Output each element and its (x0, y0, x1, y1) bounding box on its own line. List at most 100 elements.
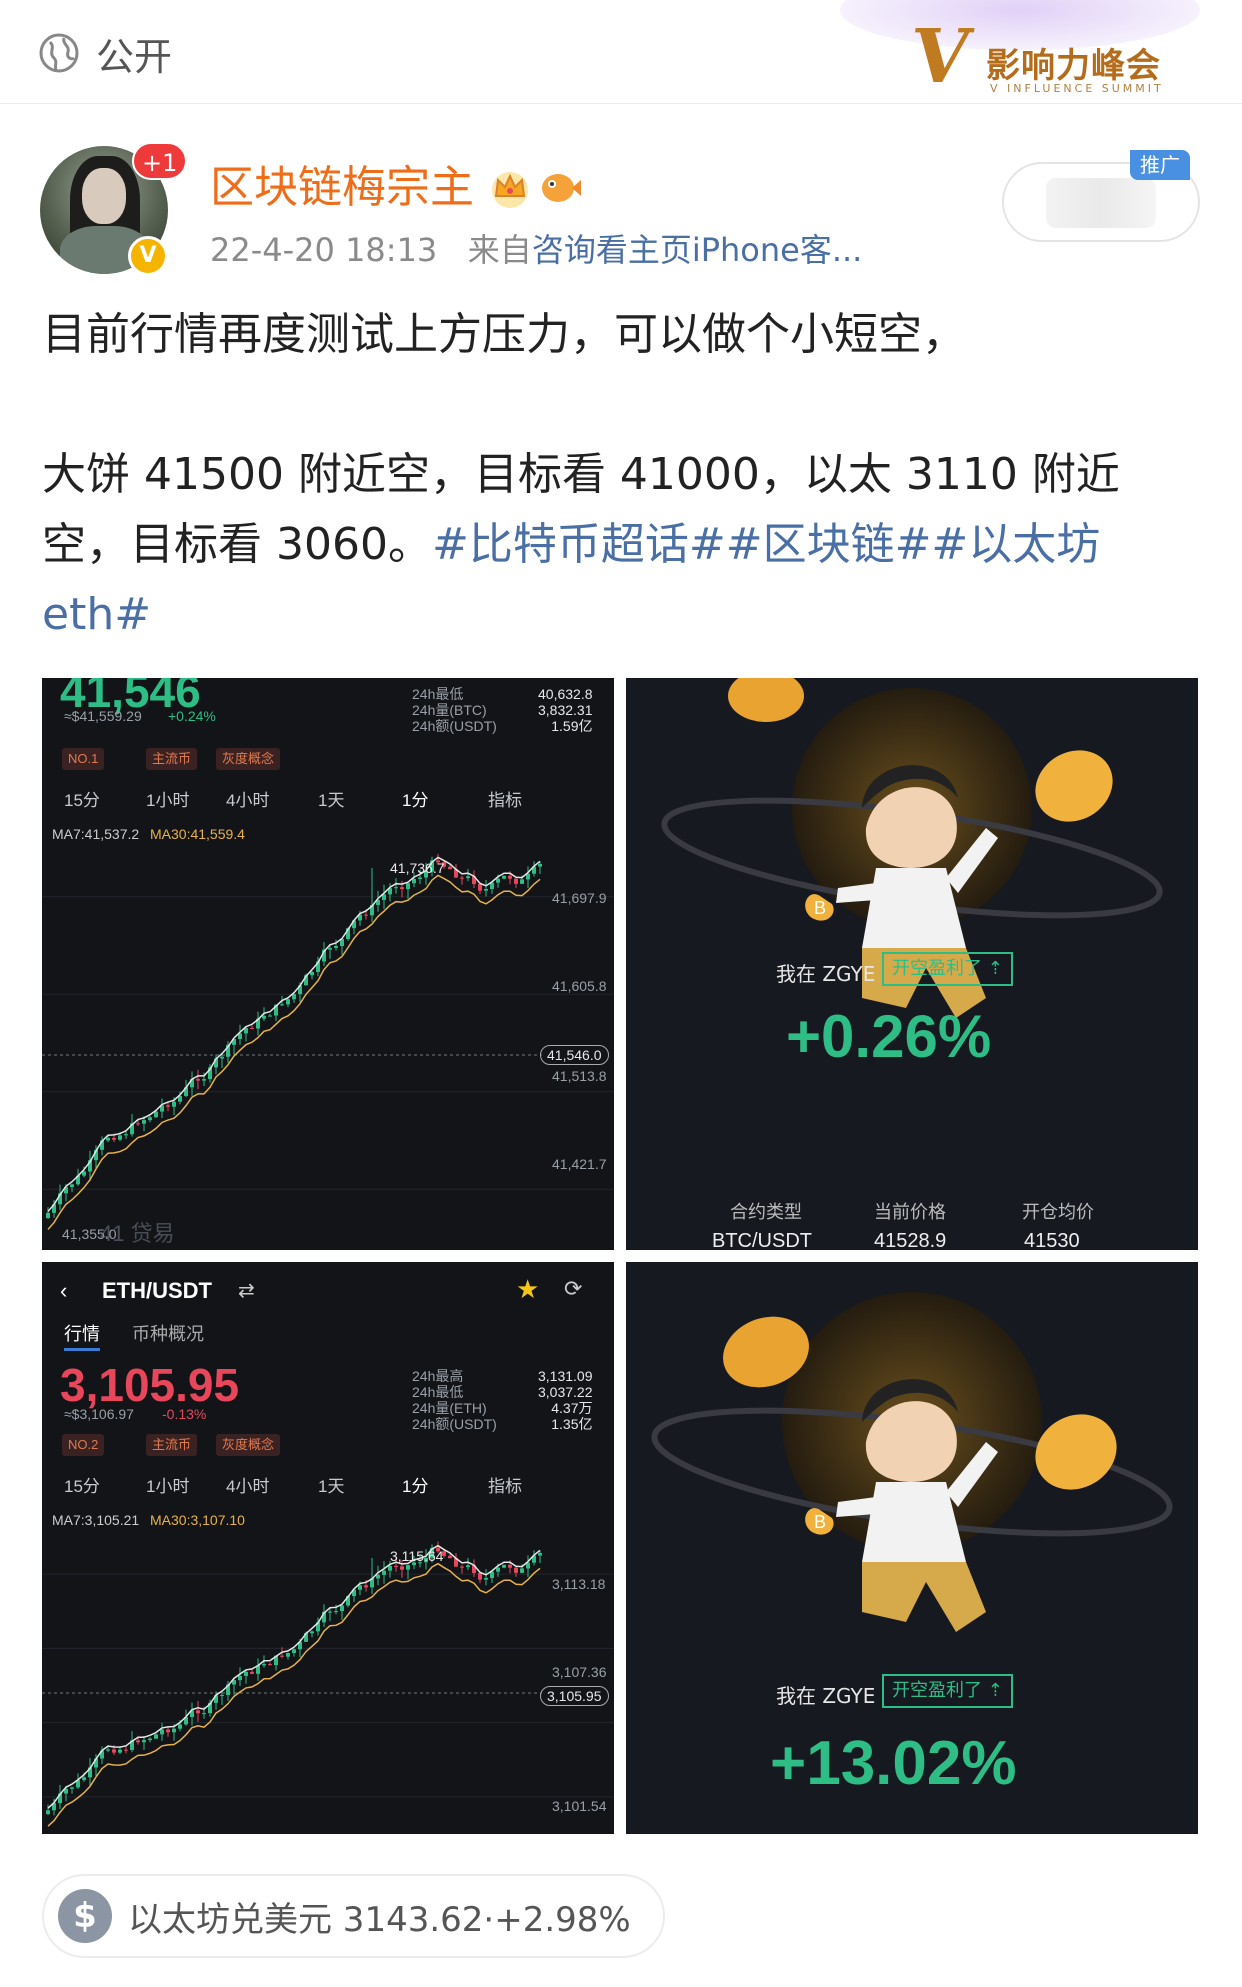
btc-tab-1d[interactable]: 1天 (318, 786, 344, 811)
crown-icon (492, 172, 528, 208)
btc-candles (42, 853, 614, 1230)
candle-body (172, 1728, 176, 1733)
ad-tag: 推广 (1130, 150, 1190, 180)
eth-ma30: MA30:3,107.10 (150, 1512, 245, 1528)
promo2-line: 我在 ZGYE (776, 1684, 876, 1708)
candle-body (466, 876, 470, 879)
candle-body (268, 1664, 272, 1666)
ma7-line (47, 856, 541, 1212)
candle-body (460, 877, 464, 879)
candle-body (118, 1135, 122, 1140)
promo2-box: 开空盈利了 ⇡ (882, 1674, 1013, 1708)
candle-body (400, 1566, 404, 1570)
eth-tab-indicator[interactable]: 指标 (488, 1472, 522, 1497)
chip-change: +2.98% (494, 1899, 631, 1940)
eth-chart-image[interactable]: ‹ ETH/USDT ⇄ ★ ⟳ 行情 币种概况 3,105.95 ≈$3,10… (42, 1262, 614, 1834)
candle-body (502, 875, 506, 879)
eth-tag-rank: NO.2 (62, 1434, 105, 1456)
candle-body (310, 1631, 314, 1634)
candle-body (496, 878, 500, 883)
btc-high-label: 41,736.7 (390, 860, 445, 876)
svg-text:B: B (814, 1512, 826, 1532)
candle-body (406, 883, 410, 890)
star-icon[interactable]: ★ (516, 1274, 539, 1305)
eth-tab-4h[interactable]: 4小时 (226, 1472, 269, 1497)
candle-body (166, 1729, 170, 1733)
eth-candles (42, 1541, 614, 1827)
eth-axis-3: 3,101.54 (552, 1798, 607, 1814)
username[interactable]: 区块链梅宗主 (210, 160, 582, 216)
visibility-indicator[interactable]: 公开 (38, 30, 172, 79)
arrow-up-icon: ⇡ (987, 958, 1003, 979)
candle-body (310, 971, 314, 976)
eth-stat-values: 3,131.09 3,037.22 4.37万 1.35亿 (538, 1368, 593, 1432)
candle-body (466, 1565, 470, 1568)
arrow-up-icon: ⇡ (987, 1680, 1003, 1701)
promo-image-btc[interactable]: B 我在 ZGYE 开空盈利了 ⇡ +0.26% 合约类型 当前价格 开仓均价 … (626, 678, 1198, 1250)
eth-tab-1h[interactable]: 1小时 (146, 1472, 189, 1497)
btc-ma7: MA7:41,537.2 (52, 826, 140, 842)
promo1-col-label-2: 当前价格 (874, 1202, 946, 1222)
price-chip[interactable]: $ 以太坊兑美元 3143.62·+2.98% (42, 1874, 665, 1958)
candle-body (358, 1585, 362, 1590)
candle-body (328, 1611, 332, 1613)
promo2-percent: +13.02% (770, 1729, 1017, 1798)
eth-tag-grayscale: 灰度概念 (216, 1434, 281, 1456)
eth-axis-1: 3,113.18 (552, 1576, 606, 1592)
btc-tab-4h[interactable]: 4小时 (226, 786, 269, 811)
candle-body (160, 1729, 164, 1735)
candle-body (136, 1123, 140, 1125)
promo1-percent: +0.26% (786, 1003, 992, 1070)
btc-sub-price: ≈$41,559.29 (64, 708, 142, 724)
eth-axis-current: 3,105.95 (540, 1686, 609, 1706)
eth-tab-market[interactable]: 行情 (64, 1320, 100, 1346)
back-icon[interactable]: ‹ (60, 1278, 67, 1304)
candle-body (136, 1740, 140, 1743)
candle-body (508, 875, 512, 879)
promo-image-eth[interactable]: B 我在 ZGYE 开空盈利了 ⇡ +13.02% (626, 1262, 1198, 1834)
btc-change: +0.24% (168, 708, 216, 724)
eth-tab-overview[interactable]: 币种概况 (132, 1320, 204, 1346)
candle-body (46, 1810, 50, 1814)
post-source[interactable]: 咨询看主页iPhone客... (532, 231, 863, 269)
promo1-col-value-1: BTC/USDT (712, 1230, 812, 1250)
candle-body (334, 1611, 338, 1613)
btc-stat-values: 40,632.8 3,832.31 1.59亿 (538, 686, 593, 734)
candle-body (538, 1552, 542, 1556)
btc-tab-1m[interactable]: 1分 (402, 786, 428, 811)
candle-body (70, 1184, 74, 1188)
candle-body (238, 1675, 242, 1681)
btc-chart-image[interactable]: 41,546 ≈$41,559.29 +0.24% 24h最低 24h量(BTC)… (42, 678, 614, 1250)
btc-axis-1: 41,697.9 (552, 890, 607, 906)
candle-body (394, 1565, 398, 1567)
summit-subtitle: V INFLUENCE SUMMIT (990, 82, 1164, 95)
swap-icon[interactable]: ⇄ (238, 1278, 255, 1303)
candle-body (496, 1567, 500, 1572)
btc-tab-indicator[interactable]: 指标 (488, 786, 522, 811)
globe-icon (39, 33, 79, 73)
candle-body (286, 999, 290, 1005)
candle-body (250, 1671, 254, 1674)
candle-body (292, 1649, 296, 1654)
eth-ma7: MA7:3,105.21 (52, 1512, 140, 1528)
eth-tab-1d[interactable]: 1天 (318, 1472, 344, 1497)
promo1-col-label-1: 合约类型 (730, 1202, 802, 1222)
eth-tab-1m[interactable]: 1分 (402, 1472, 428, 1497)
candle-body (196, 1710, 200, 1714)
candle-body (262, 1664, 266, 1666)
ma7-line (47, 1544, 541, 1809)
eth-tab-15m[interactable]: 15分 (64, 1472, 100, 1497)
candle-body (244, 1671, 248, 1676)
candle-body (478, 884, 482, 891)
btc-tab-15m[interactable]: 15分 (64, 786, 100, 811)
promo1-col-value-3: 41530 (1024, 1230, 1080, 1250)
eth-tag-mainstream: 主流币 (146, 1434, 198, 1456)
candle-body (538, 863, 542, 867)
candle-body (448, 866, 452, 870)
btc-axis-current: 41,546.0 (540, 1045, 609, 1065)
svg-text:B: B (814, 898, 826, 918)
btc-tab-1h[interactable]: 1小时 (146, 786, 189, 811)
refresh-icon[interactable]: ⟳ (564, 1276, 582, 1302)
candle-body (178, 1724, 182, 1729)
candle-body (292, 994, 296, 1000)
